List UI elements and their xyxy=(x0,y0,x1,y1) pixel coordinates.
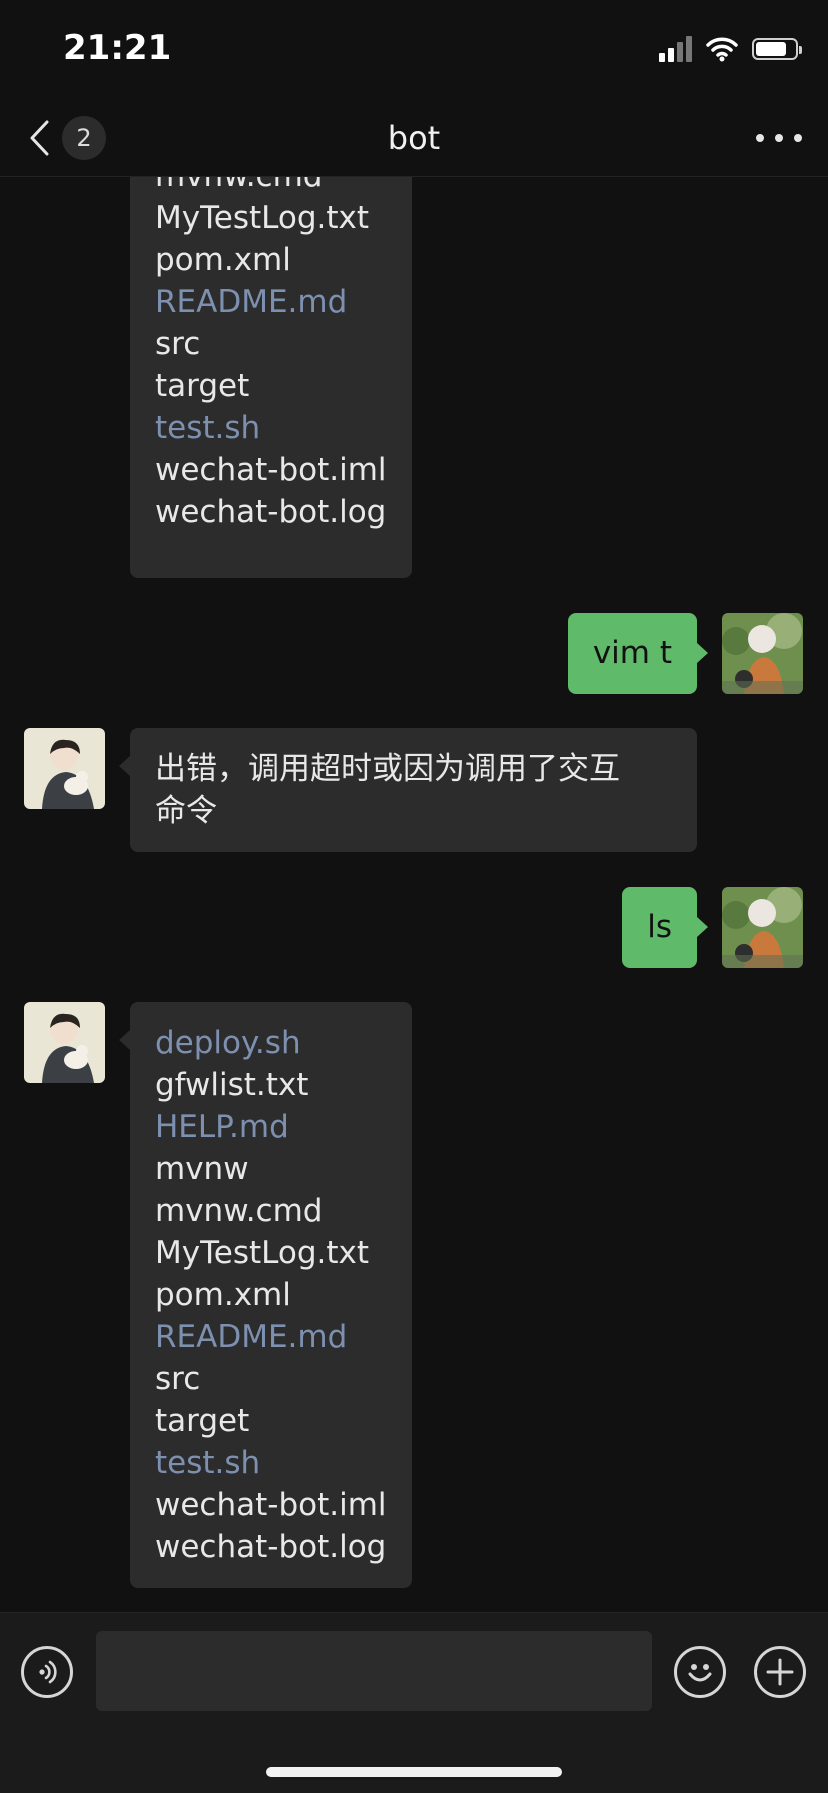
outgoing-message[interactable]: ls xyxy=(622,887,708,968)
file-link[interactable]: HELP.md xyxy=(155,1106,387,1148)
home-indicator[interactable] xyxy=(266,1767,562,1777)
message-line: pom.xml xyxy=(155,1277,291,1313)
bubble-tail xyxy=(697,917,708,937)
add-button[interactable] xyxy=(754,1646,806,1698)
message-line: 出错，调用超时或因为调用了交互 xyxy=(155,751,620,787)
emoji-icon xyxy=(688,1664,712,1682)
message-text: ls xyxy=(647,909,672,945)
status-icons xyxy=(659,32,802,66)
back-button[interactable]: 2 xyxy=(28,110,106,166)
signal-icon xyxy=(659,36,692,62)
message-line: pom.xml xyxy=(155,242,291,278)
bot-avatar[interactable] xyxy=(24,1002,105,1083)
file-link[interactable]: README.md xyxy=(155,1316,387,1358)
my-avatar[interactable] xyxy=(722,887,803,968)
message-line: gfwlist.txt xyxy=(155,1067,309,1103)
input-bar xyxy=(0,1612,828,1793)
message-line: wechat-bot.log xyxy=(155,1529,387,1565)
voice-button[interactable] xyxy=(21,1646,73,1698)
unread-badge: 2 xyxy=(62,116,106,160)
more-button[interactable] xyxy=(756,118,802,158)
message-line: mvnw.cmd xyxy=(155,1193,323,1229)
message-line: mvnw.cmd xyxy=(155,177,387,197)
file-link[interactable]: deploy.sh xyxy=(155,1022,387,1064)
more-icon-dot xyxy=(775,134,783,142)
chat-message-list[interactable]: mvnw.cmd MyTestLog.txt pom.xml README.md… xyxy=(0,177,828,1611)
bubble-tail xyxy=(119,756,130,776)
message-line: src xyxy=(155,1361,201,1397)
message-line: mvnw xyxy=(155,1151,249,1187)
wifi-icon xyxy=(706,37,738,62)
message-line: wechat-bot.iml xyxy=(155,1487,387,1523)
chevron-left-icon xyxy=(30,120,49,156)
status-bar: 21:21 xyxy=(0,0,828,100)
plus-icon xyxy=(766,1658,794,1686)
message-input[interactable] xyxy=(96,1631,652,1711)
page-title: bot xyxy=(387,119,441,157)
emoji-button[interactable] xyxy=(674,1646,726,1698)
bot-avatar[interactable] xyxy=(24,728,105,809)
outgoing-message[interactable]: vim t xyxy=(567,613,708,694)
message-line: 命令 xyxy=(155,793,217,829)
message-line: wechat-bot.log xyxy=(155,494,387,530)
more-icon-dot xyxy=(794,134,802,142)
more-icon-dot xyxy=(756,134,764,142)
message-line: src xyxy=(155,326,201,362)
message-line: target xyxy=(155,368,250,404)
bubble-tail xyxy=(697,643,708,663)
bubble-tail xyxy=(119,1030,130,1050)
status-time: 21:21 xyxy=(63,28,172,68)
message-line: MyTestLog.txt xyxy=(155,200,370,236)
incoming-message[interactable]: mvnw.cmd MyTestLog.txt pom.xml README.md… xyxy=(130,177,412,578)
file-link[interactable]: test.sh xyxy=(155,407,387,449)
nav-bar: bot 2 xyxy=(0,100,828,177)
file-link[interactable]: test.sh xyxy=(155,1442,387,1484)
incoming-message[interactable]: deploy.sh gfwlist.txt HELP.md mvnw mvnw.… xyxy=(119,1002,412,1588)
battery-icon xyxy=(752,38,802,60)
incoming-message[interactable]: 出错，调用超时或因为调用了交互 命令 xyxy=(119,728,697,852)
my-avatar[interactable] xyxy=(722,613,803,694)
message-line: MyTestLog.txt xyxy=(155,1235,370,1271)
message-line: wechat-bot.iml xyxy=(155,452,387,488)
voice-icon xyxy=(39,1660,57,1684)
message-line: target xyxy=(155,1403,250,1439)
message-text: vim t xyxy=(592,635,672,671)
file-link[interactable]: README.md xyxy=(155,281,387,323)
